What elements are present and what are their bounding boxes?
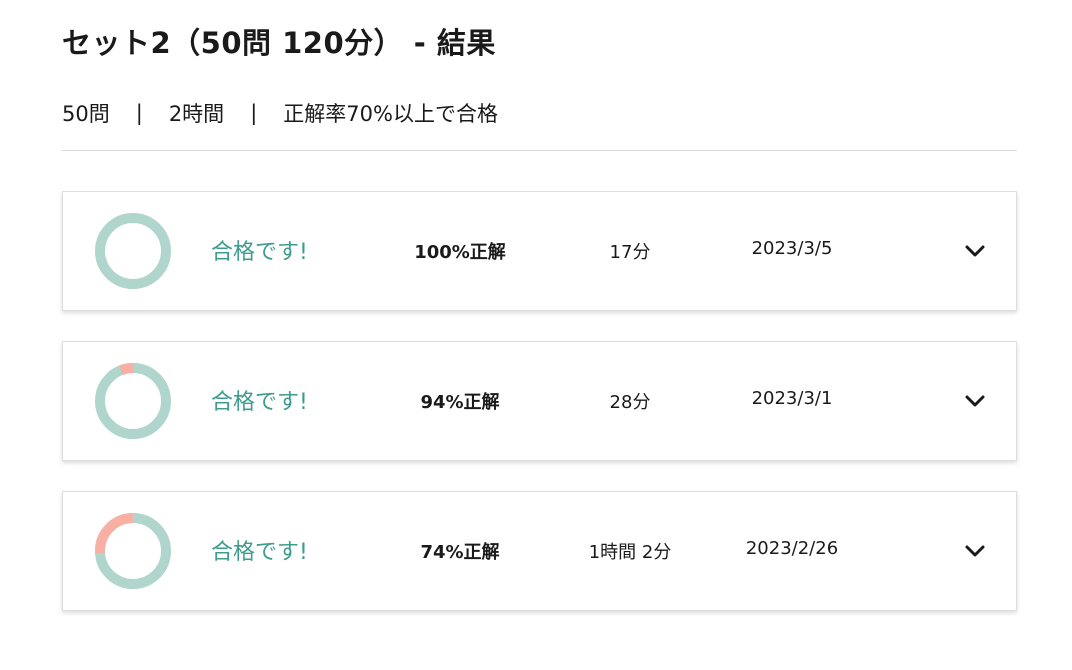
results-list: 合格です! 100%正解 17分 2023/3/5 合格です! 94%正解 28… (62, 191, 1017, 641)
result-card[interactable]: 合格です! 100%正解 17分 2023/3/5 (62, 191, 1017, 311)
time-label: 28分 (609, 392, 651, 413)
meta-separator: | (250, 101, 258, 125)
divider (62, 150, 1017, 151)
time-label: 17分 (609, 242, 651, 263)
pass-rule: 正解率70%以上で合格 (283, 102, 498, 126)
result-card[interactable]: 合格です! 74%正解 1時間 2分 2023/2/26 (62, 491, 1017, 611)
date-label: 2023/3/1 (751, 388, 833, 409)
donut-correct-ring (95, 363, 171, 439)
donut-incorrect-arc (100, 218, 166, 284)
chevron-down-icon[interactable] (964, 392, 986, 410)
exam-duration: 2時間 (168, 102, 225, 126)
meta-separator: | (135, 101, 143, 125)
pass-status: 合格です! (211, 540, 308, 565)
chevron-down-icon[interactable] (964, 242, 986, 260)
score-label: 100%正解 (414, 242, 506, 263)
exam-meta: 50問 | 2時間 | 正解率70%以上で合格 (62, 98, 498, 128)
question-count: 50問 (62, 102, 110, 126)
score-label: 74%正解 (420, 542, 500, 563)
date-label: 2023/2/26 (745, 538, 839, 559)
time-label: 1時間 2分 (588, 542, 672, 563)
page-title: セット2（50問 120分） - 結果 (62, 26, 496, 60)
pass-status: 合格です! (211, 390, 308, 415)
date-label: 2023/3/5 (751, 238, 833, 259)
result-card[interactable]: 合格です! 94%正解 28分 2023/3/1 (62, 341, 1017, 461)
score-label: 94%正解 (420, 392, 500, 413)
score-donut-chart (95, 363, 171, 439)
score-donut-chart (95, 213, 171, 289)
chevron-down-icon[interactable] (964, 542, 986, 560)
pass-status: 合格です! (211, 240, 308, 265)
score-donut-chart (95, 513, 171, 589)
